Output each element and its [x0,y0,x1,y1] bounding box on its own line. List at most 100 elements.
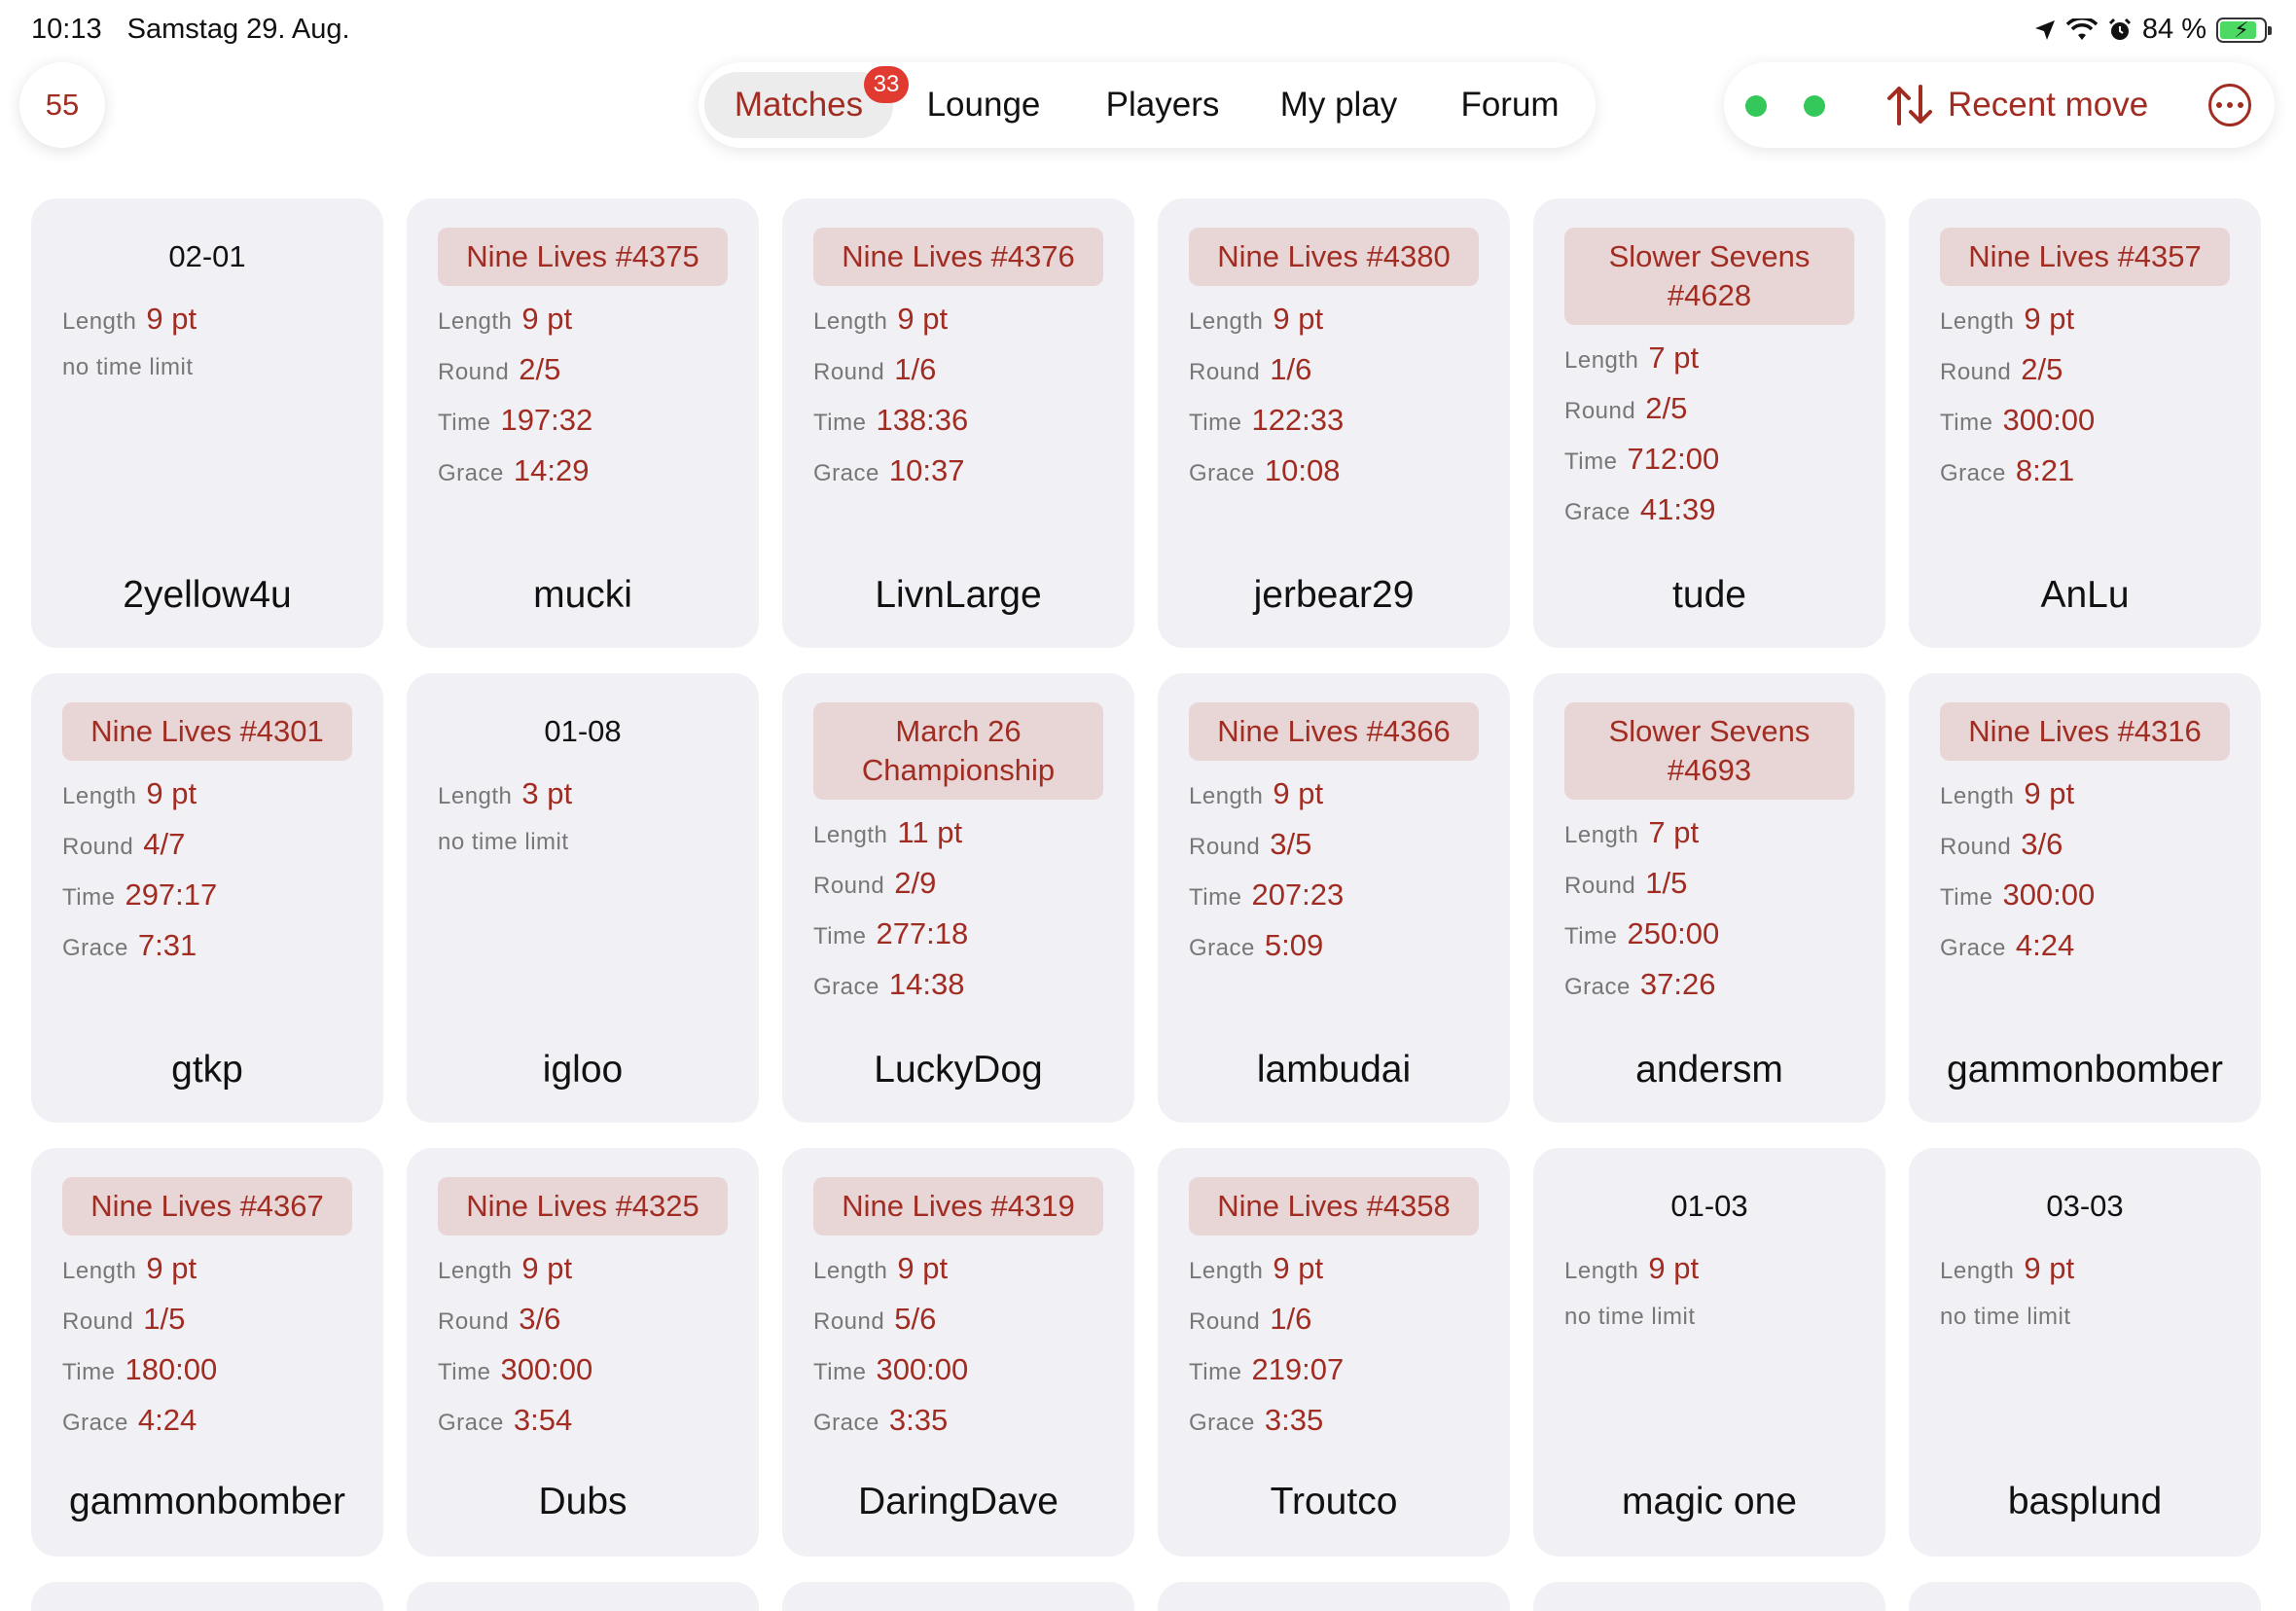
grace-row: Grace 10:08 [1189,453,1479,504]
match-title: March 26 Championship [813,702,1103,800]
length-row: Length 9 pt [438,1251,728,1302]
length-value: 9 pt [521,302,573,336]
match-card[interactable]: Nine Lives #4325 Length 9 pt Round 3/6 Time 30… [407,1148,759,1557]
length-label: Length [813,1258,888,1284]
time-label: Time [1189,884,1242,911]
opponent-name: lambudai [1256,1049,1412,1091]
match-card[interactable]: Nine Lives #4367 Length 9 pt Round 1/5 Time 18… [31,1148,383,1557]
match-card[interactable]: Nine Lives #4357 Length 9 pt Round 2/5 Time 30… [1909,198,2261,648]
length-label: Length [1940,783,2015,809]
battery-percent: 84 % [2141,14,2206,45]
status-bar-left: 10:13 Samstag 29. Aug. [31,14,368,46]
time-label: Time [1189,1359,1242,1385]
round-label: Round [1564,398,1636,424]
match-card[interactable]: Slower Sevens #4628 Length 7 pt Round 2/5 Tim… [1533,198,1885,648]
match-card[interactable]: Nine Lives #4375 Length 9 pt Round 2/5 Time 19… [407,198,759,648]
time-value: 207:23 [1251,877,1345,912]
match-card[interactable]: 03-03 Length 9 pt no time limit basplund [1909,1148,2261,1557]
time-label: Time [813,923,867,949]
grace-row: Grace 3:35 [1189,1403,1479,1453]
opponent-name: 2yellow4u [123,574,292,616]
match-title: Nine Lives #4319 [813,1177,1103,1235]
length-label: Length [438,1258,513,1284]
score-counter[interactable]: 55 [19,62,105,148]
match-card[interactable]: Nine Lives #4380 Length 9 pt Round 1/6 Time 12… [1158,198,1510,648]
wifi-icon [2065,18,2098,40]
grace-row: Grace 10:37 [813,453,1103,504]
grace-label: Grace [1564,974,1631,1000]
recent-move-button[interactable]: Recent move [1885,62,2148,148]
match-card[interactable]: March 26 Championship Length 11 pt Round 2/9… [782,673,1134,1123]
match-card[interactable]: Nine Lives #4376 Length 9 pt Round 1/6 Time 13… [782,198,1134,648]
time-label: Time [62,884,116,911]
tab-forum[interactable]: Forum [1434,72,1586,138]
match-card[interactable]: 01-08 Length 3 pt no time limit igloo [407,673,759,1123]
time-limit-note: no time limit [1564,1304,1696,1330]
match-card[interactable]: Nine Lives #4301 Length 9 pt Round 4/7 Time 29… [31,673,383,1123]
round-value: 1/6 [1270,1302,1312,1336]
round-label: Round [813,873,885,899]
match-title: Nine Lives #4301 [62,702,352,761]
round-row: Round 1/5 [1564,866,1854,916]
time-value: 122:33 [1251,403,1345,437]
grace-row: Grace 14:29 [438,453,728,504]
grace-row: Grace 3:54 [438,1403,728,1453]
tab-players[interactable]: Players [1090,72,1236,138]
grace-label: Grace [1189,460,1255,486]
charging-bolt-icon: ⚡ [2234,17,2249,42]
match-card[interactable]: Nine Lives #4358 Length 9 pt Round 1/6 Time 21… [1158,1148,1510,1557]
match-card[interactable]: Nine Lives #4319 Length 9 pt Round 5/6 Time 30… [782,1148,1134,1557]
match-title: Nine Lives #4375 [438,228,728,286]
length-value: 9 pt [1273,776,1324,810]
match-card[interactable]: Nine Lives #4366 Length 9 pt Round 3/5 Time 20… [1158,673,1510,1123]
length-value: 11 pt [897,815,963,849]
round-row: Round 3/5 [1189,827,1479,877]
length-value: 9 pt [2024,302,2075,336]
match-card[interactable]: Nine Lives #4316 Length 9 pt Round 3/6 Time 30… [1909,673,2261,1123]
opponent-name: AnLu [2040,574,2130,616]
time-label: Time [1940,884,1993,911]
round-label: Round [813,1308,885,1335]
round-label: Round [813,359,885,385]
match-card[interactable]: 02-01 Length 9 pt no time limit 2yellow4u [31,198,383,648]
time-value: 180:00 [125,1352,218,1386]
grace-row: Grace 3:35 [813,1403,1103,1453]
match-card[interactable]: 01-03 Length 9 pt no time limit magic one [1533,1148,1885,1557]
tab-matches[interactable]: Matches 33 [704,66,909,138]
length-value: 3 pt [521,776,573,810]
length-row: Length 7 pt [1564,340,1854,391]
status-time: 10:13 [31,14,102,45]
time-value: 219:07 [1251,1352,1345,1386]
opponent-name: gtkp [171,1049,243,1091]
length-value: 9 pt [1273,302,1324,336]
next-row-card-peek [1909,1582,2261,1611]
time-row: Time 277:18 [813,916,1103,967]
more-options-icon[interactable] [2208,84,2251,126]
time-value: 297:17 [125,877,218,912]
tab-my-play[interactable]: My play [1257,72,1420,138]
length-label: Length [1189,783,1264,809]
length-value: 9 pt [146,776,197,810]
tab-lounge[interactable]: Lounge [901,72,1066,138]
round-label: Round [1189,359,1261,385]
grace-label: Grace [1940,935,2006,961]
match-title: 03-03 [2046,1189,2124,1223]
match-card[interactable]: Slower Sevens #4693 Length 7 pt Round 1/5 Tim… [1533,673,1885,1123]
round-row: Round 1/6 [1189,1302,1479,1352]
length-label: Length [813,308,888,335]
grace-value: 3:35 [888,1403,949,1437]
match-title: 01-03 [1670,1189,1748,1223]
length-label: Length [1564,1258,1639,1284]
round-label: Round [438,1308,510,1335]
status-dot-1 [1745,95,1767,117]
opponent-name: mucki [533,574,632,616]
round-value: 1/5 [143,1302,186,1336]
time-row: Time 197:32 [438,403,728,453]
time-label: Time [1940,410,1993,436]
grace-label: Grace [813,460,879,486]
time-label: Time [1564,448,1618,475]
length-row: Length 9 pt [1189,776,1479,827]
grace-value: 41:39 [1639,492,1716,526]
opponent-name: gammonbomber [1947,1049,2223,1091]
time-value: 300:00 [500,1352,593,1386]
